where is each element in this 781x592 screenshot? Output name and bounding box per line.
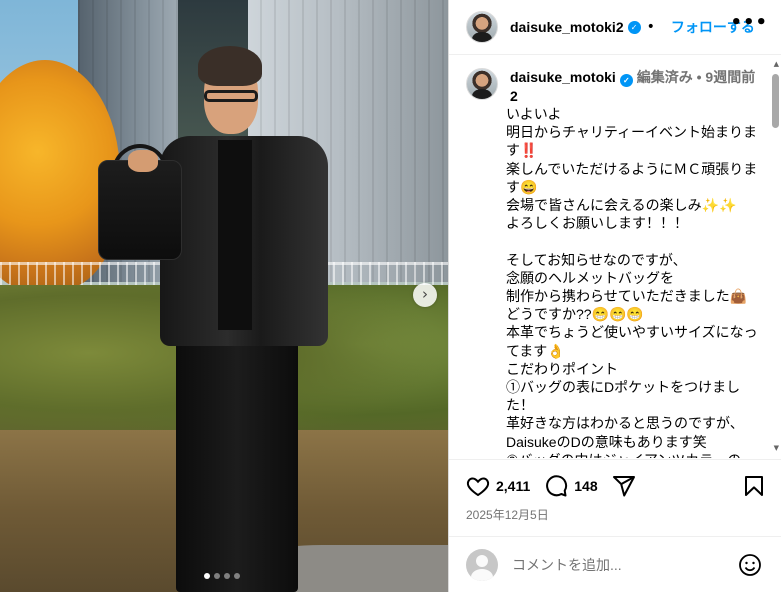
separator-dot: •	[646, 19, 655, 35]
user-avatar-icon	[466, 548, 498, 581]
post-time[interactable]: 9週間前	[705, 69, 755, 85]
next-slide-button[interactable]: ›	[413, 283, 437, 307]
carousel-dot	[204, 573, 210, 579]
edited-label: 編集済み	[636, 69, 693, 85]
share-button[interactable]	[612, 474, 636, 498]
man-with-bag	[98, 40, 338, 592]
like-count[interactable]: 2,411	[496, 478, 530, 494]
bookmark-icon[interactable]	[742, 474, 766, 498]
comment-bar	[449, 536, 781, 592]
like-button[interactable]: 2,411	[466, 474, 530, 498]
scroll-down-arrow-icon[interactable]: ▼	[774, 444, 779, 452]
more-options-icon[interactable]: •••	[730, 12, 768, 33]
helmet-bag	[98, 160, 182, 260]
scroll-up-arrow-icon[interactable]: ▲	[774, 60, 779, 68]
post-header: daisuke_motoki2 ✓ • フォローする •••	[449, 0, 781, 55]
heart-icon	[466, 477, 490, 497]
caption-avatar[interactable]	[466, 68, 498, 100]
caption-scroll-area[interactable]: daisuke_motoki ✓ 編集済み • 9週間前 2 いよいよ 明日からチャ…	[449, 56, 781, 458]
post-side-panel: daisuke_motoki2 ✓ • フォローする ••• daisuke_m…	[448, 0, 781, 592]
carousel-dot	[234, 573, 240, 579]
username-link[interactable]: daisuke_motoki2	[510, 19, 624, 35]
action-bar: 2,411 148 2025年12月5日	[449, 459, 781, 522]
comment-input[interactable]	[512, 556, 722, 573]
carousel-indicator	[204, 573, 240, 579]
verified-badge-icon: ✓	[619, 74, 633, 87]
scrollbar-thumb[interactable]	[772, 74, 779, 128]
comment-button[interactable]: 148	[544, 474, 598, 498]
carousel-dot	[224, 573, 230, 579]
caption-header: daisuke_motoki ✓ 編集済み • 9週間前 2	[466, 68, 760, 105]
emoji-icon[interactable]	[738, 553, 762, 577]
verified-badge-icon: ✓	[627, 20, 641, 34]
carousel-dot	[214, 573, 220, 579]
post-date[interactable]: 2025年12月5日	[466, 506, 549, 523]
avatar[interactable]	[466, 11, 498, 43]
caption-text: いよいよ 明日からチャリティーイベント始まります‼️ 楽しんでいただけるようにＭ…	[506, 106, 758, 458]
post-photo[interactable]: ›	[0, 0, 448, 592]
caption-username[interactable]: daisuke_motoki ✓ 編集済み • 9週間前 2	[510, 69, 755, 104]
comment-count[interactable]: 148	[574, 478, 597, 494]
comment-icon	[546, 475, 568, 497]
share-icon	[612, 476, 635, 497]
